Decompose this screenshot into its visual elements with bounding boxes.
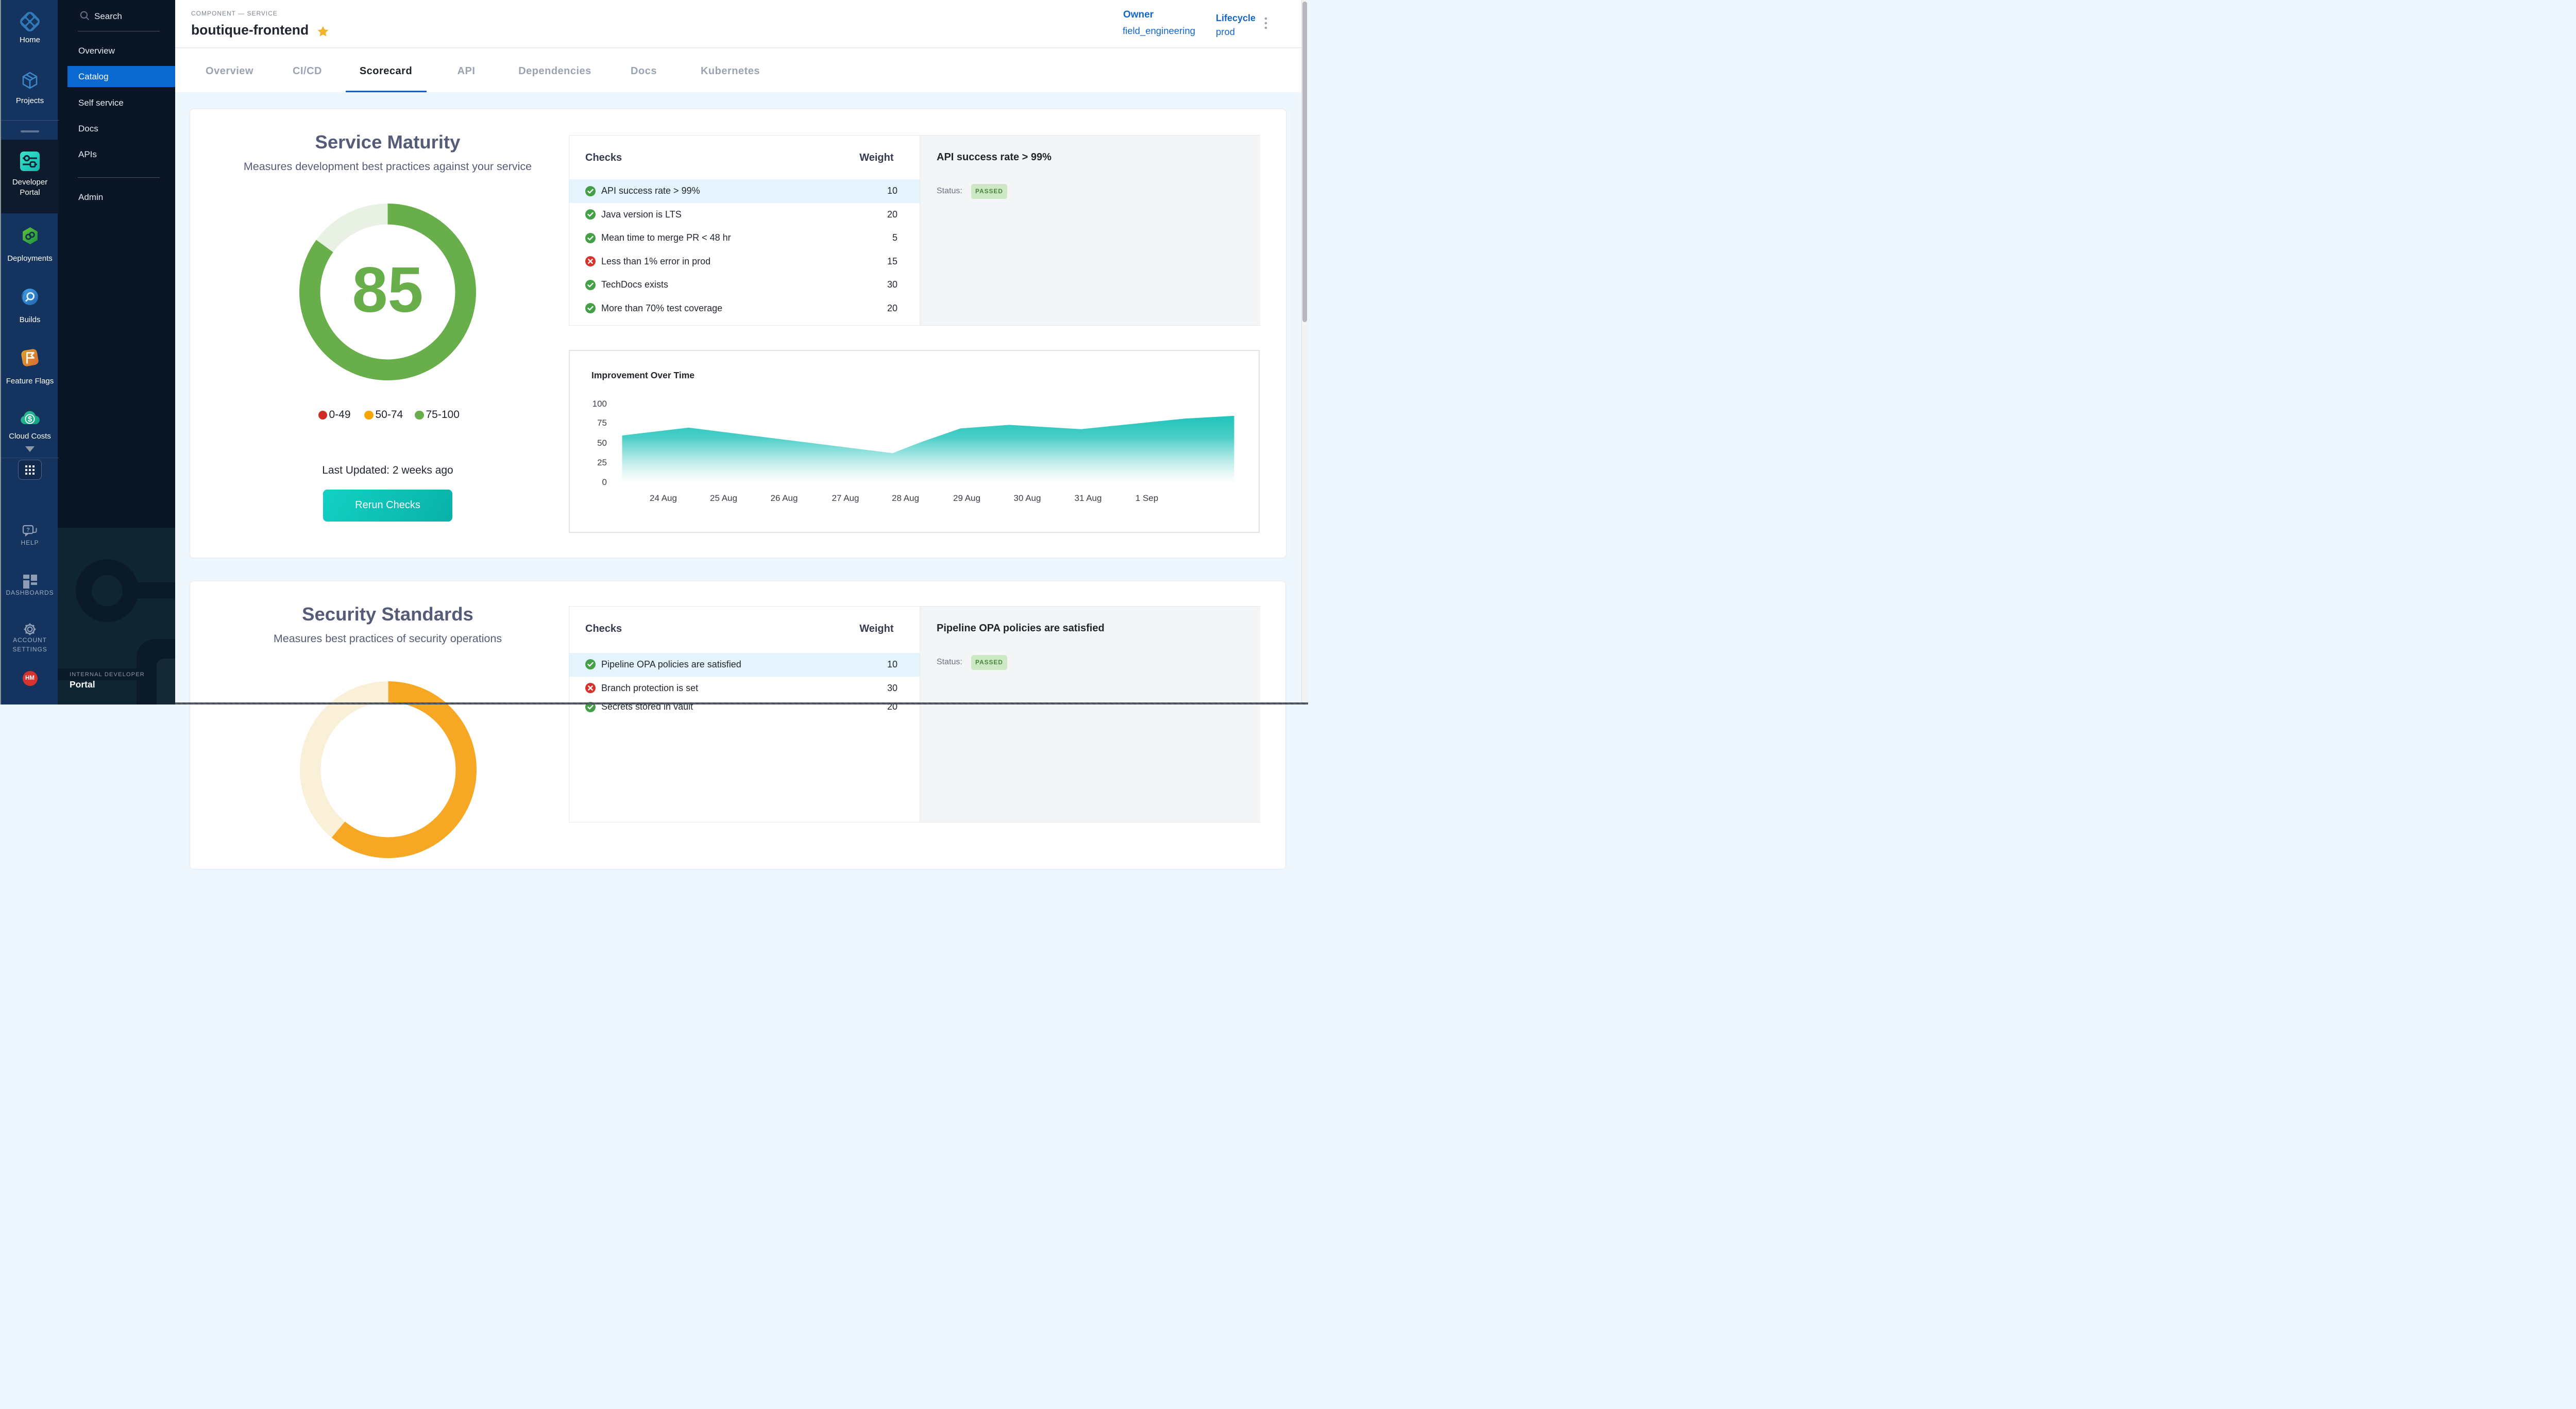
svg-text:?: ? <box>26 527 30 533</box>
svg-text:$: $ <box>28 415 32 424</box>
